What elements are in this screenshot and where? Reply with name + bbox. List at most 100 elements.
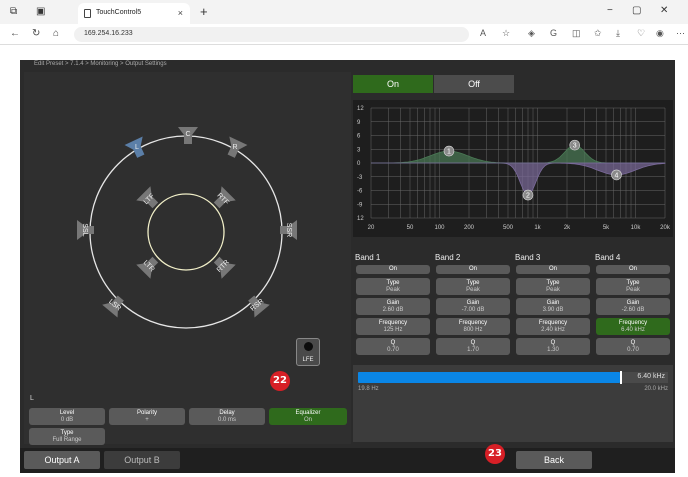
speaker-ltf[interactable]: LTF: [136, 186, 162, 212]
eq-y-tick: 3: [357, 147, 361, 153]
eq-off-button[interactable]: Off: [434, 75, 514, 93]
output-b-tab[interactable]: Output B: [104, 451, 180, 469]
band-1-state-button[interactable]: On: [356, 265, 430, 274]
type-button[interactable]: Type Full Range: [29, 428, 105, 445]
band-4-freq-value: 6.40 kHz: [621, 327, 645, 333]
browser-tab[interactable]: TouchControl5 ×: [78, 3, 190, 24]
frequency-slider-fill: [358, 372, 620, 383]
app-window: Edit Preset > 7.1.4 > Monitoring > Outpu…: [20, 60, 675, 473]
address-input[interactable]: 169.254.16.233: [74, 27, 469, 42]
copilot-icon[interactable]: G: [550, 28, 557, 38]
back-button[interactable]: Back: [516, 451, 592, 469]
level-button[interactable]: Level 0 dB: [29, 408, 105, 425]
profile-avatar[interactable]: ◉: [656, 28, 664, 39]
band-1-type-title: Type: [386, 280, 400, 286]
eq-x-tick: 1k: [534, 225, 541, 231]
polarity-button[interactable]: Polarity +: [109, 408, 185, 425]
band-4-q-button[interactable]: Q 0.70: [596, 338, 670, 355]
equalizer-button[interactable]: Equalizer On: [269, 408, 347, 425]
speaker-c[interactable]: C: [175, 122, 201, 146]
extension-icon[interactable]: ◈: [528, 28, 535, 39]
band-3-freq-button[interactable]: Frequency 2.40 kHz: [516, 318, 590, 335]
tab-actions-icon[interactable]: ▣: [36, 6, 45, 17]
band-4-state-button[interactable]: On: [596, 265, 670, 274]
band-3-type-value: Peak: [546, 287, 560, 293]
band-4-freq-button[interactable]: Frequency 6.40 kHz: [596, 318, 670, 335]
eq-curve-plot: 129630-3-6-91220 50 100 200 500 1k 2k 5k 10k 20k1…: [357, 106, 671, 231]
polarity-title: Polarity: [136, 410, 157, 416]
eq-x-tick: 10k: [631, 225, 642, 231]
speaker-ltr[interactable]: LTR: [136, 253, 162, 279]
band-2-gain-button[interactable]: Gain -7.00 dB: [436, 298, 510, 315]
band-1-gain-button[interactable]: Gain 2.60 dB: [356, 298, 430, 315]
band-2-type-title: Type: [466, 280, 480, 286]
band-3-gain-button[interactable]: Gain 3.90 dB: [516, 298, 590, 315]
band-1-gain-title: Gain: [386, 300, 400, 306]
type-title: Type: [60, 430, 74, 436]
speaker-l[interactable]: L: [124, 135, 150, 159]
band-4-gain-button[interactable]: Gain -2.60 dB: [596, 298, 670, 315]
band-1-freq-button[interactable]: Frequency 125 Hz: [356, 318, 430, 335]
bottom-bar: Output A Output B Back: [20, 448, 675, 473]
band-3-state-button[interactable]: On: [516, 265, 590, 274]
eq-x-tick: 100: [434, 225, 445, 231]
home-icon[interactable]: ⌂: [53, 28, 59, 39]
band-1-type-value: Peak: [386, 287, 400, 293]
frequency-slider-handle[interactable]: [619, 371, 622, 384]
band-4-gain-value: -2.60 dB: [621, 307, 645, 313]
speaker-rsr[interactable]: RSR: [244, 292, 270, 318]
band-4-q-title: Q: [630, 340, 636, 346]
speaker-rtf[interactable]: RTF: [210, 186, 236, 212]
eq-y-tick: -9: [357, 202, 363, 208]
eq-x-tick: 5k: [603, 225, 610, 231]
band-2-header: Band 2: [435, 253, 461, 262]
band-1-freq-value: 125 Hz: [383, 327, 403, 333]
read-aloud-icon[interactable]: A: [480, 28, 486, 38]
speaker-rtr[interactable]: RTR: [210, 253, 236, 279]
maximize-button[interactable]: ▢: [632, 5, 641, 16]
eq-on-button[interactable]: On: [353, 75, 433, 93]
band-2-type-button[interactable]: Type Peak: [436, 278, 510, 295]
band-2-marker-label: 2: [526, 193, 530, 200]
band-4-type-button[interactable]: Type Peak: [596, 278, 670, 295]
close-window-button[interactable]: ✕: [660, 5, 668, 16]
download-icon[interactable]: ⤓: [616, 28, 620, 39]
frequency-slider-min: 19.8 Hz: [358, 386, 379, 392]
band-1-q-button[interactable]: Q 0.70: [356, 338, 430, 355]
band-2-q-button[interactable]: Q 1.70: [436, 338, 510, 355]
favorites-icon[interactable]: ✩: [594, 28, 602, 39]
minimize-button[interactable]: −: [607, 5, 613, 16]
speaker-lsr[interactable]: LSR: [102, 292, 128, 318]
band-2-gain-title: Gain: [466, 300, 480, 306]
band-4-header: Band 4: [595, 253, 621, 262]
band-3-type-button[interactable]: Type Peak: [516, 278, 590, 295]
eq-y-tick: -6: [357, 189, 363, 195]
split-screen-icon[interactable]: ◫: [572, 28, 581, 39]
favorite-star-icon[interactable]: ☆: [502, 28, 510, 39]
output-a-tab[interactable]: Output A: [24, 451, 100, 469]
band-2-freq-button[interactable]: Frequency 800 Hz: [436, 318, 510, 335]
new-tab-button[interactable]: +: [200, 4, 208, 19]
band-2-state-button[interactable]: On: [436, 265, 510, 274]
band-2-freq-value: 800 Hz: [463, 327, 483, 333]
refresh-icon[interactable]: ↻: [32, 28, 40, 39]
eq-y-tick: -3: [357, 175, 363, 181]
speaker-ssl[interactable]: SSL: [72, 217, 98, 243]
band-2-q-value: 1.70: [467, 347, 479, 353]
frequency-slider-max: 20.0 kHz: [644, 386, 668, 392]
close-tab-icon[interactable]: ×: [178, 8, 183, 18]
band-2-gain-value: -7.00 dB: [461, 307, 485, 313]
eq-x-tick: 200: [464, 225, 475, 231]
speaker-ssr[interactable]: SSR: [276, 217, 302, 243]
band-3-q-button[interactable]: Q 1.30: [516, 338, 590, 355]
band-3-freq-title: Frequency: [538, 320, 568, 326]
browser-essentials-icon[interactable]: ♡: [637, 28, 645, 39]
workspaces-icon[interactable]: ⧉: [10, 6, 17, 17]
band-1-type-button[interactable]: Type Peak: [356, 278, 430, 295]
speaker-r[interactable]: R: [222, 135, 248, 159]
speaker-lfe[interactable]: LFE: [296, 338, 320, 366]
band-2-q-title: Q: [470, 340, 476, 346]
delay-button[interactable]: Delay 0.0 ms: [189, 408, 265, 425]
more-menu-icon[interactable]: ⋯: [676, 28, 685, 39]
back-arrow-icon[interactable]: ←: [10, 28, 20, 39]
